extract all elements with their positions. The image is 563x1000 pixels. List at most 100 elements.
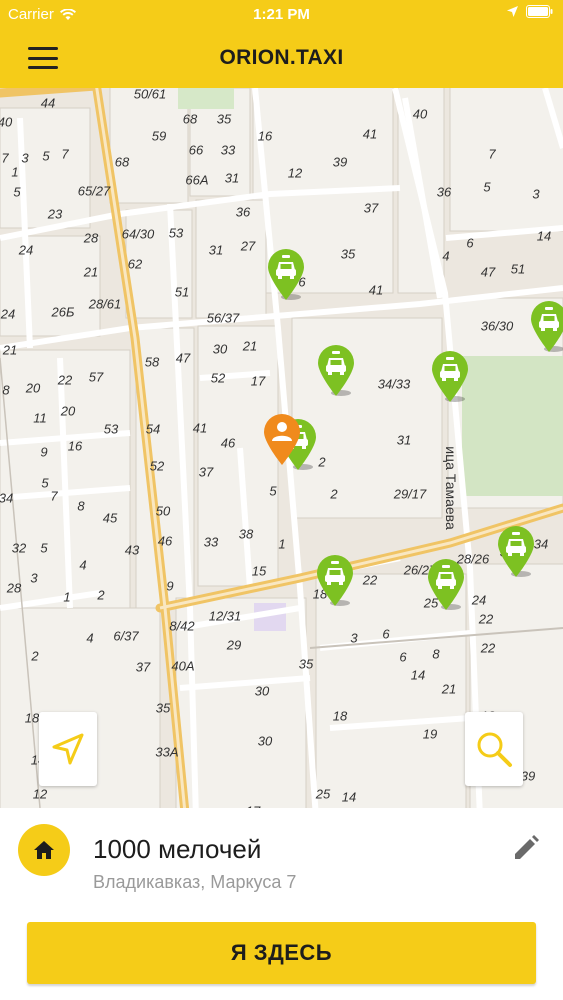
house-number: 37 xyxy=(363,200,379,216)
house-number: 17 xyxy=(250,373,266,389)
address-panel: 1000 мелочей Владикавказ, Маркуса 7 Я ЗД… xyxy=(0,808,563,1000)
house-number: 44 xyxy=(40,95,56,111)
taxi-car-icon xyxy=(531,301,563,352)
house-number: 33А xyxy=(155,744,179,760)
house-number: 68 xyxy=(114,154,130,170)
house-number: 21 xyxy=(83,264,99,280)
house-number: 9 xyxy=(166,578,174,594)
house-number: 38 xyxy=(238,526,254,542)
house-number: 22 xyxy=(57,372,73,388)
house-number: 32 xyxy=(11,540,27,556)
house-number: 4 xyxy=(442,248,450,264)
taxi-car-icon xyxy=(428,559,464,610)
location-arrow-icon xyxy=(507,6,518,17)
house-number: 37 xyxy=(135,659,151,675)
user-pin-icon xyxy=(264,414,300,465)
house-number: 46 xyxy=(157,533,173,549)
locate-me-button[interactable] xyxy=(39,712,97,786)
house-number: 66А xyxy=(185,172,209,188)
house-number: 45 xyxy=(102,510,118,526)
taxi-pin[interactable] xyxy=(528,300,563,352)
house-number: 18 xyxy=(332,708,348,724)
house-number: 30 xyxy=(212,341,228,357)
taxi-pin[interactable] xyxy=(495,525,537,577)
app-header: ORION.TAXI xyxy=(0,30,563,88)
house-number: 21 xyxy=(242,338,258,354)
house-number: 1 xyxy=(63,589,71,605)
navigation-arrow-icon xyxy=(52,733,84,765)
house-number: 41 xyxy=(192,420,208,436)
house-number: 31 xyxy=(224,170,240,186)
taxi-pin[interactable] xyxy=(429,350,471,402)
house-number: 64/30 xyxy=(121,226,155,242)
house-number: 40 xyxy=(0,114,13,130)
user-location-pin[interactable] xyxy=(261,413,303,465)
house-number: 14 xyxy=(536,228,552,244)
house-number: 7 xyxy=(1,150,9,166)
top-bar: Carrier 1:21 PM ORION.TAXI xyxy=(0,0,563,88)
house-number: 33 xyxy=(203,534,219,550)
house-number: 8 xyxy=(2,382,10,398)
house-number: 14 xyxy=(341,789,357,805)
house-number: 36 xyxy=(436,184,452,200)
house-number: 5 xyxy=(40,540,48,556)
house-number: 57 xyxy=(88,369,104,385)
edit-address-button[interactable] xyxy=(510,832,542,864)
house-number: 51 xyxy=(510,261,526,277)
house-number: 50 xyxy=(155,503,171,519)
house-number: 6 xyxy=(466,235,474,251)
house-number: 25 xyxy=(315,786,331,802)
house-number: 2 xyxy=(330,486,338,502)
house-number: 36 xyxy=(235,204,251,220)
house-number: 47 xyxy=(480,264,496,280)
house-number: 22 xyxy=(480,640,496,656)
house-number: 5 xyxy=(269,483,277,499)
house-number: 20 xyxy=(60,403,76,419)
house-number: 41 xyxy=(362,126,378,142)
house-number: 40А xyxy=(171,658,195,674)
house-number: 34 xyxy=(0,490,14,506)
house-number: 43 xyxy=(124,542,140,558)
map-search-button[interactable] xyxy=(465,712,523,786)
house-number: 68 xyxy=(182,111,198,127)
house-number: 8 xyxy=(77,498,85,514)
house-number: 23 xyxy=(47,206,63,222)
taxi-pin[interactable] xyxy=(314,554,356,606)
house-number: 7 xyxy=(61,146,69,162)
house-number: 3 xyxy=(350,630,358,646)
house-number: 29 xyxy=(226,637,242,653)
status-bar: Carrier 1:21 PM xyxy=(0,0,563,30)
house-number: 56/37 xyxy=(206,310,240,326)
house-number: 51 xyxy=(174,284,190,300)
house-number: 62 xyxy=(127,256,143,272)
house-number: 28/61 xyxy=(88,296,122,312)
house-number: 3 xyxy=(21,150,29,166)
house-number: 40 xyxy=(412,106,428,122)
house-number: 31 xyxy=(396,432,412,448)
house-number: 5 xyxy=(13,184,21,200)
house-number: 39 xyxy=(332,154,348,170)
house-number: 16 xyxy=(257,128,273,144)
house-number: 2 xyxy=(31,648,39,664)
house-number: 24 xyxy=(18,242,34,258)
magnifier-icon xyxy=(477,732,512,767)
battery-icon xyxy=(526,5,553,18)
taxi-pin[interactable] xyxy=(425,558,467,610)
taxi-pin[interactable] xyxy=(265,248,307,300)
house-number: 1 xyxy=(11,164,19,180)
house-number: 14 xyxy=(410,667,426,683)
taxi-pin[interactable] xyxy=(315,344,357,396)
house-number: 9 xyxy=(40,444,48,460)
app-title: ORION.TAXI xyxy=(219,46,344,69)
confirm-location-button[interactable]: Я ЗДЕСЬ xyxy=(27,922,536,984)
taxi-car-icon xyxy=(317,555,353,606)
house-number: 12 xyxy=(32,786,48,802)
house-number: 52 xyxy=(210,370,226,386)
house-number: 28 xyxy=(6,580,22,596)
house-number: 58 xyxy=(144,354,160,370)
street-label: ица Тамаева xyxy=(443,446,459,530)
house-number: 8 xyxy=(432,646,440,662)
house-number: 8/42 xyxy=(169,618,195,634)
map-view[interactable]: 4450/61406835591641407357663368397112566… xyxy=(0,88,563,808)
house-number: 30 xyxy=(257,733,273,749)
